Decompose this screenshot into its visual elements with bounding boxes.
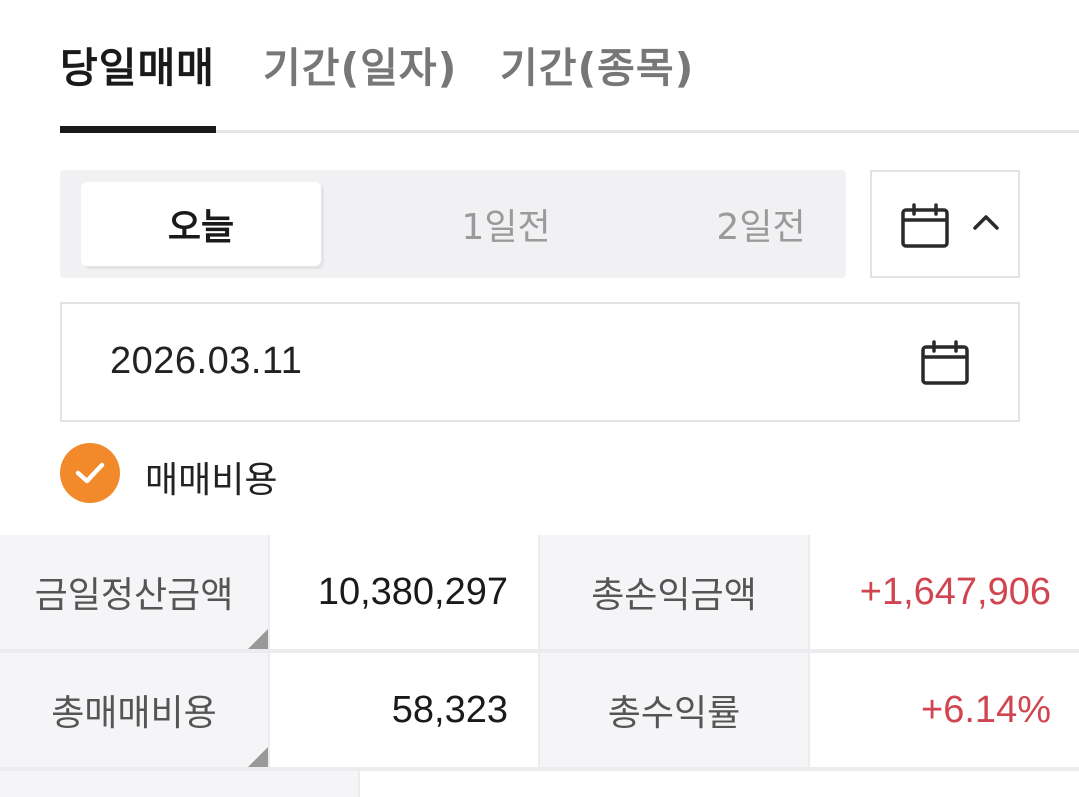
include-fees-checkbox[interactable]: 매매비용 [60, 443, 360, 503]
total-return-label: 총수익률 [540, 653, 808, 767]
tab-period-by-date[interactable]: 기간(일자) [263, 34, 457, 94]
column-divider [808, 535, 810, 771]
tab-period-by-stock[interactable]: 기간(종목) [500, 34, 694, 94]
selected-date: 2026.03.11 [110, 340, 303, 382]
tooltip-corner-icon[interactable] [248, 747, 268, 767]
column-divider [268, 535, 270, 771]
check-icon[interactable] [60, 443, 120, 503]
total-profit-value: +1,647,906 [810, 535, 1079, 649]
chevron-up-icon [972, 212, 1000, 236]
column-divider [538, 535, 540, 771]
settlement-amount-value: 10,380,297 [270, 535, 538, 649]
date-picker-field[interactable]: 2026.03.11 [60, 302, 1020, 422]
calendar-toggle-button[interactable] [870, 170, 1020, 278]
total-fees-label: 총매매비용 [0, 653, 268, 767]
trade-history-screen: 당일매매 기간(일자) 기간(종목) 오늘 1일전 2일전 2026.03.11 [0, 0, 1079, 797]
period-tabs: 당일매매 기간(일자) 기간(종목) [0, 0, 1079, 134]
day-option-2-days-ago[interactable]: 2일전 [641, 182, 881, 266]
total-fees-value: 58,323 [270, 653, 538, 767]
calendar-icon[interactable] [920, 340, 970, 390]
include-fees-label: 매매비용 [145, 460, 278, 501]
day-option-1-day-ago[interactable]: 1일전 [386, 182, 626, 266]
active-tab-indicator [60, 126, 216, 133]
total-profit-label: 총손익금액 [540, 535, 808, 649]
summary-table: 금일정산금액 10,380,297 총손익금액 +1,647,906 총매매비용… [0, 535, 1079, 797]
day-selector: 오늘 1일전 2일전 [60, 170, 846, 278]
total-return-value: +6.14% [810, 653, 1079, 767]
tab-today-trades[interactable]: 당일매매 [60, 34, 215, 94]
settlement-amount-label: 금일정산금액 [0, 535, 268, 649]
calendar-icon [900, 203, 950, 253]
next-row-partial [0, 771, 1079, 797]
day-option-today[interactable]: 오늘 [81, 182, 321, 266]
tooltip-corner-icon[interactable] [248, 629, 268, 649]
